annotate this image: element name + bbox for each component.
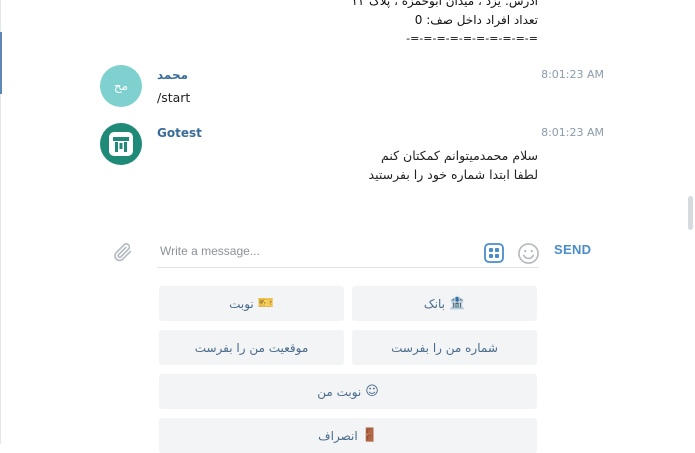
smile-icon: ☺ xyxy=(365,384,379,399)
send-button[interactable]: SEND xyxy=(554,242,591,257)
keyboard-button-send-phone[interactable]: شماره من را بفرست xyxy=(352,330,537,365)
message-sender-name[interactable]: محمد xyxy=(157,68,188,82)
paperclip-icon[interactable] xyxy=(111,240,135,264)
bot-keyboard-icon[interactable] xyxy=(483,242,505,264)
message-input[interactable] xyxy=(157,241,473,261)
bot-logo-icon xyxy=(109,132,133,156)
keyboard-button-send-location[interactable]: موقعیت من را بفرست xyxy=(159,330,344,365)
message-text: /start xyxy=(157,90,191,105)
keyboard-button-cancel[interactable]: 🚪 انصراف xyxy=(159,418,537,453)
user-avatar[interactable]: مح xyxy=(100,65,142,107)
emoji-icon[interactable] xyxy=(516,241,540,265)
keyboard-button-label: نوبت xyxy=(229,296,254,311)
keyboard-button-label: نوبت من xyxy=(317,384,362,399)
message-time: 8:01:23 AM xyxy=(541,126,604,139)
message-sender-name[interactable]: Gotest xyxy=(157,126,202,140)
keyboard-button-bank[interactable]: 🏦 بانک xyxy=(352,286,537,321)
previous-message-address: آدرس: یزد ، میدان ابوحمزه ، پلاک ۲۲ xyxy=(352,0,538,8)
avatar-initials: مح xyxy=(113,79,129,93)
keyboard-button-label: بانک xyxy=(423,296,445,311)
keyboard-button-label: شماره من را بفرست xyxy=(391,340,498,355)
ticket-icon: 🎫 xyxy=(257,296,274,311)
bot-avatar[interactable] xyxy=(100,123,142,165)
active-chat-indicator xyxy=(0,32,2,94)
chat-scrollbar[interactable] xyxy=(687,0,693,444)
keyboard-button-label: انصراف xyxy=(318,428,358,443)
door-icon: 🚪 xyxy=(361,428,378,443)
keyboard-button-label: موقعیت من را بفرست xyxy=(194,340,309,355)
previous-message-separator: -=-=-=-=-=-=-=-=-=-= xyxy=(406,32,538,45)
message-time: 8:01:23 AM xyxy=(541,68,604,81)
keyboard-button-my-turn[interactable]: ☺ نوبت من xyxy=(159,374,537,409)
bank-icon: 🏦 xyxy=(448,296,466,311)
message-text-line: سلام محمدمیتوانم کمکتان کنم xyxy=(381,148,538,163)
message-text-line: لطفا ابتدا شماره خود را بفرستید xyxy=(368,167,538,182)
keyboard-button-ticket[interactable]: 🎫 نوبت xyxy=(159,286,344,321)
previous-message-queue-count: تعداد افراد داخل صف: 0 xyxy=(414,13,538,27)
scrollbar-thumb[interactable] xyxy=(688,196,693,230)
composer-underline xyxy=(157,267,539,268)
